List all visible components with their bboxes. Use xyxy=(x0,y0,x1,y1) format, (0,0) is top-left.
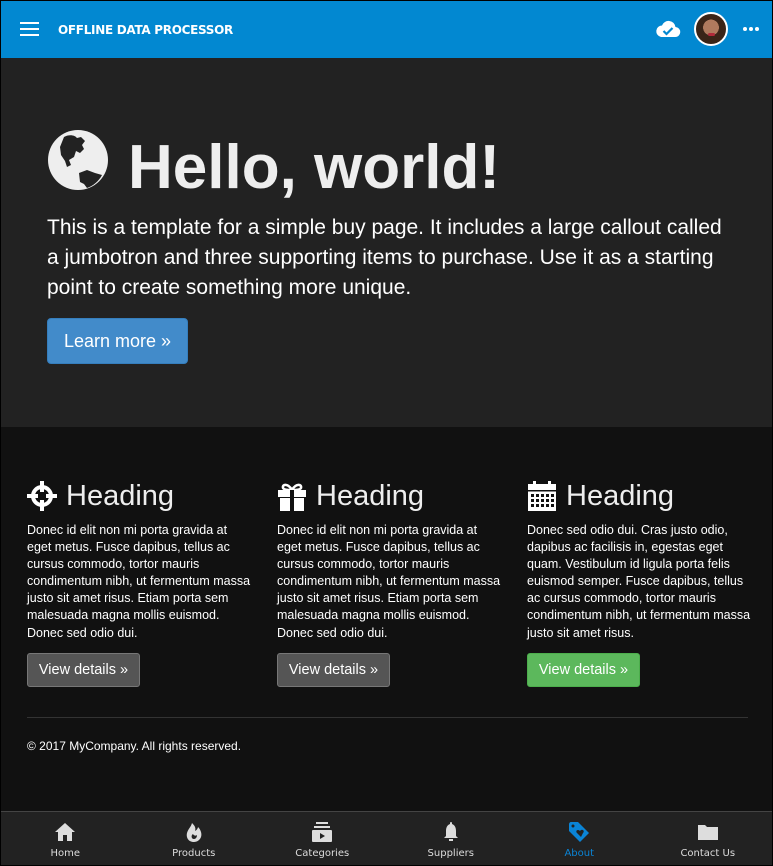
bottom-navigation: Home Products Categories Suppliers About xyxy=(1,811,772,865)
jumbotron-title: Hello, world! xyxy=(128,133,500,202)
app-title: OFFLINE DATA PROCESSOR xyxy=(58,23,233,37)
nav-item-suppliers[interactable]: Suppliers xyxy=(387,812,516,865)
view-details-button[interactable]: View details » xyxy=(27,652,140,687)
nav-label: About xyxy=(564,848,595,859)
column-heading: Heading xyxy=(316,479,425,512)
column-heading: Heading xyxy=(566,479,675,512)
more-horizontal-icon[interactable] xyxy=(743,27,759,31)
nav-item-contact-us[interactable]: Contact Us xyxy=(644,812,773,865)
globe-icon xyxy=(48,130,108,190)
home-icon xyxy=(55,823,76,841)
view-details-button[interactable]: View details » xyxy=(527,652,640,687)
tag-heart-icon xyxy=(569,822,590,842)
column-text: Donec sed odio dui. Cras justo odio, dap… xyxy=(527,523,751,640)
nav-label: Products xyxy=(172,848,216,859)
view-details-button[interactable]: View details » xyxy=(277,652,390,687)
nav-item-categories[interactable]: Categories xyxy=(258,812,387,865)
app-bar: OFFLINE DATA PROCESSOR xyxy=(1,1,772,58)
column-heading: Heading xyxy=(66,479,175,512)
crosshair-icon xyxy=(27,481,57,511)
learn-more-button[interactable]: Learn more » xyxy=(47,318,188,364)
feature-column-2: Heading Donec id elit non mi porta gravi… xyxy=(277,476,502,687)
user-avatar[interactable] xyxy=(694,12,728,46)
flame-icon xyxy=(186,823,202,842)
nav-label: Contact Us xyxy=(680,848,736,859)
calendar-icon xyxy=(528,481,556,511)
hamburger-icon[interactable] xyxy=(20,22,39,37)
jumbotron-text: This is a template for a simple buy page… xyxy=(47,216,722,299)
column-text: Donec id elit non mi porta gravida at eg… xyxy=(27,523,251,640)
folder-icon xyxy=(697,825,718,840)
nav-item-products[interactable]: Products xyxy=(130,812,259,865)
nav-item-home[interactable]: Home xyxy=(1,812,130,865)
feature-column-1: Heading Donec id elit non mi porta gravi… xyxy=(27,476,252,687)
cloud-check-icon[interactable] xyxy=(655,19,681,39)
gift-icon xyxy=(278,483,306,511)
nav-item-about[interactable]: About xyxy=(515,812,644,865)
nav-label: Categories xyxy=(295,848,350,859)
column-text: Donec id elit non mi porta gravida at eg… xyxy=(277,523,501,640)
nav-label: Home xyxy=(50,848,81,859)
categories-icon xyxy=(312,822,333,842)
feature-column-3: Heading Donec sed odio dui. Cras justo o… xyxy=(527,476,752,687)
footer-divider xyxy=(27,717,748,718)
nav-label: Suppliers xyxy=(427,848,474,859)
copyright-text: © 2017 MyCompany. All rights reserved. xyxy=(27,739,242,753)
bell-icon xyxy=(443,822,458,841)
jumbotron: Hello, world! This is a template for a s… xyxy=(1,58,772,427)
